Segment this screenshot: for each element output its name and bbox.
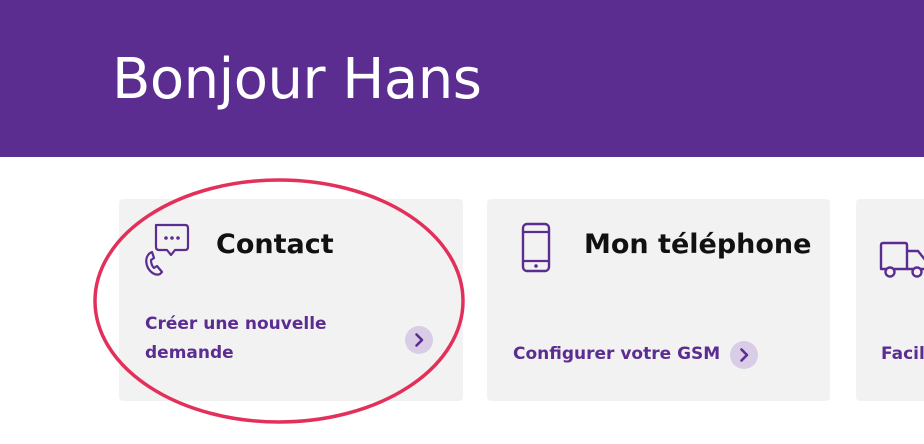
new-request-link[interactable]: Créer une nouvelle demande bbox=[145, 310, 365, 368]
configure-gsm-link[interactable]: Configurer votre GSM bbox=[513, 340, 720, 369]
my-phone-card-title: Mon téléphone bbox=[584, 229, 812, 260]
chevron-right-icon bbox=[740, 348, 749, 362]
greeting-title: Bonjour Hans bbox=[112, 47, 482, 112]
delivery-truck-icon bbox=[879, 241, 924, 278]
chevron-right-icon bbox=[415, 333, 424, 347]
header-banner: Bonjour Hans bbox=[0, 0, 924, 157]
my-phone-card[interactable]: Mon téléphone Configurer votre GSM bbox=[487, 199, 830, 401]
delivery-card-link[interactable]: Facil bbox=[881, 340, 924, 369]
mobile-phone-icon bbox=[521, 222, 551, 273]
contact-chevron-button[interactable] bbox=[405, 326, 433, 354]
contact-card-title: Contact bbox=[216, 229, 334, 260]
new-request-link-line1: Créer une nouvelle bbox=[145, 314, 327, 334]
chat-phone-icon bbox=[145, 223, 190, 276]
new-request-link-line2: demande bbox=[145, 343, 234, 363]
contact-card[interactable]: Contact Créer une nouvelle demande bbox=[119, 199, 463, 401]
my-phone-chevron-button[interactable] bbox=[730, 341, 758, 369]
delivery-card[interactable]: Facil bbox=[856, 199, 924, 401]
